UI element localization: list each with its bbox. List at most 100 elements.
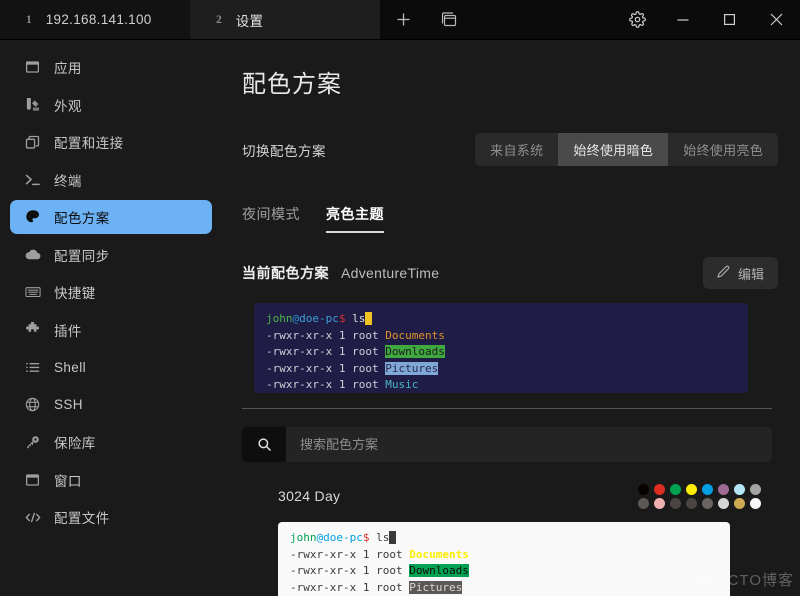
color-swatch bbox=[701, 497, 713, 509]
segment-always-dark[interactable]: 始终使用暗色 bbox=[558, 133, 669, 166]
terminal-text: -rwxr-xr-x 1 root bbox=[266, 328, 386, 342]
color-swatch bbox=[653, 483, 665, 495]
sidebar-item-9[interactable]: SSH bbox=[10, 388, 212, 422]
terminal-text bbox=[389, 531, 396, 544]
scheme-terminal-preview-3024-day: john@doe-pc$ ls -rwxr-xr-x 1 root Docume… bbox=[278, 522, 730, 596]
terminal-line: john@doe-pc$ ls bbox=[290, 530, 718, 547]
segment-always-light[interactable]: 始终使用亮色 bbox=[668, 133, 778, 166]
scheme-color-swatches bbox=[637, 483, 763, 509]
color-swatch bbox=[669, 497, 681, 509]
sidebar-item-label: 配置同步 bbox=[54, 248, 110, 264]
tab-light-theme[interactable]: 亮色主题 bbox=[326, 204, 384, 233]
window-controls bbox=[614, 0, 800, 39]
color-swatch bbox=[717, 483, 729, 495]
search-icon[interactable] bbox=[242, 427, 286, 462]
sidebar-item-3[interactable]: 终端 bbox=[10, 163, 212, 197]
edit-scheme-button[interactable]: 编辑 bbox=[702, 257, 778, 289]
key-icon bbox=[24, 434, 41, 451]
tab-settings[interactable]: 2 设置 bbox=[190, 0, 380, 39]
maximize-button[interactable] bbox=[706, 0, 752, 40]
page-title: 配色方案 bbox=[242, 71, 342, 98]
titlebar-actions bbox=[380, 0, 472, 39]
sidebar-item-label: 保险库 bbox=[54, 436, 96, 451]
pencil-icon bbox=[717, 265, 730, 281]
scheme-list-item-3024-day[interactable]: 3024 Day bbox=[236, 478, 778, 514]
sidebar-item-8[interactable]: Shell bbox=[10, 350, 212, 384]
palette-icon bbox=[24, 209, 41, 226]
terminal-text: -rwxr-xr-x 1 root bbox=[290, 564, 410, 577]
switch-scheme-row: 切换配色方案 来自系统 始终使用暗色 始终使用亮色 bbox=[236, 133, 778, 166]
search-input[interactable] bbox=[286, 427, 772, 462]
sidebar-item-label: 终端 bbox=[54, 173, 82, 189]
tab-night-mode[interactable]: 夜间模式 bbox=[242, 204, 300, 233]
sidebar-item-4[interactable]: 配色方案 bbox=[10, 200, 212, 234]
appearance-icon bbox=[24, 96, 41, 113]
terminal-text: john bbox=[290, 531, 317, 544]
terminal-line: -rwxr-xr-x 1 root Pictures bbox=[266, 361, 736, 378]
color-swatch bbox=[733, 483, 745, 495]
terminal-text: Documents bbox=[409, 547, 469, 561]
terminal-line: john@doe-pc$ ls bbox=[266, 311, 736, 328]
minimize-button[interactable] bbox=[660, 0, 706, 40]
color-swatch bbox=[685, 497, 697, 509]
keyboard-icon bbox=[24, 284, 41, 301]
sidebar-item-11[interactable]: 窗口 bbox=[10, 463, 212, 497]
terminal-line: -rwxr-xr-x 1 root Downloads bbox=[290, 563, 718, 580]
sidebar-item-label: Shell bbox=[54, 359, 87, 375]
code-icon bbox=[24, 509, 41, 526]
sidebar-item-label: 配置文件 bbox=[54, 511, 110, 526]
sidebar-item-12[interactable]: 配置文件 bbox=[10, 500, 212, 534]
sidebar-item-6[interactable]: 快捷键 bbox=[10, 275, 212, 309]
close-button[interactable] bbox=[752, 0, 800, 40]
color-swatch bbox=[701, 483, 713, 495]
color-mode-segmented-control: 来自系统 始终使用暗色 始终使用亮色 bbox=[475, 133, 778, 166]
edit-scheme-label: 编辑 bbox=[737, 266, 764, 282]
section-divider bbox=[242, 408, 772, 409]
terminal-text: doe-pc bbox=[299, 312, 339, 325]
settings-gear-button[interactable] bbox=[614, 0, 660, 40]
theme-tab-strip: 夜间模式 亮色主题 bbox=[236, 204, 778, 233]
current-scheme-value: AdventureTime bbox=[341, 265, 440, 281]
sidebar-item-7[interactable]: 插件 bbox=[10, 313, 212, 347]
puzzle-icon bbox=[24, 321, 41, 338]
sidebar-item-label: 配置和连接 bbox=[54, 136, 124, 151]
split-pane-icon[interactable] bbox=[426, 0, 472, 40]
scheme-name: 3024 Day bbox=[278, 488, 341, 504]
terminal-line: -rwxr-xr-x 1 root Documents bbox=[266, 328, 736, 345]
title-bar: 1 192.168.141.100 2 设置 bbox=[0, 0, 800, 40]
switch-scheme-label: 切换配色方案 bbox=[242, 143, 326, 159]
terminal-line: -rwxr-xr-x 1 root Documents bbox=[290, 547, 718, 564]
settings-window: 1 192.168.141.100 2 设置 应用 外观 配置和连接 终端 配色… bbox=[0, 0, 800, 596]
sidebar-item-label: 窗口 bbox=[54, 473, 82, 489]
window-icon bbox=[24, 471, 41, 488]
terminal-text: Downloads bbox=[409, 564, 469, 577]
current-scheme-terminal-preview: john@doe-pc$ ls -rwxr-xr-x 1 root Docume… bbox=[254, 303, 748, 393]
terminal-text: Downloads bbox=[385, 345, 445, 358]
terminal-text: $ bbox=[362, 531, 370, 544]
terminal-text: Pictures bbox=[385, 361, 439, 375]
tab-terminal-session[interactable]: 1 192.168.141.100 bbox=[0, 0, 190, 39]
tab-label: 设置 bbox=[235, 13, 264, 29]
color-swatch bbox=[733, 497, 745, 509]
segment-from-system[interactable]: 来自系统 bbox=[475, 133, 558, 166]
sidebar-item-2[interactable]: 配置和连接 bbox=[10, 125, 212, 159]
current-scheme-label: 当前配色方案 bbox=[242, 265, 329, 281]
sidebar-item-10[interactable]: 保险库 bbox=[10, 425, 212, 459]
window-icon bbox=[24, 59, 41, 76]
sidebar-item-1[interactable]: 外观 bbox=[10, 88, 212, 122]
new-tab-button[interactable] bbox=[380, 0, 426, 40]
terminal-text: ls bbox=[345, 312, 366, 325]
terminal-text: ls bbox=[369, 531, 390, 544]
color-swatch bbox=[749, 497, 761, 509]
list-icon bbox=[24, 359, 41, 376]
terminal-text: john bbox=[266, 312, 293, 325]
tab-index: 1 bbox=[26, 13, 32, 26]
tab-strip: 1 192.168.141.100 2 设置 bbox=[0, 0, 380, 39]
sidebar-item-5[interactable]: 配置同步 bbox=[10, 238, 212, 272]
tab-label: 192.168.141.100 bbox=[45, 12, 152, 27]
sidebar-item-label: 外观 bbox=[54, 98, 82, 114]
color-swatch bbox=[637, 483, 649, 495]
terminal-text: -rwxr-xr-x 1 root bbox=[266, 345, 386, 358]
terminal-text: -rwxr-xr-x 1 root bbox=[266, 361, 386, 375]
sidebar-item-0[interactable]: 应用 bbox=[10, 50, 212, 84]
